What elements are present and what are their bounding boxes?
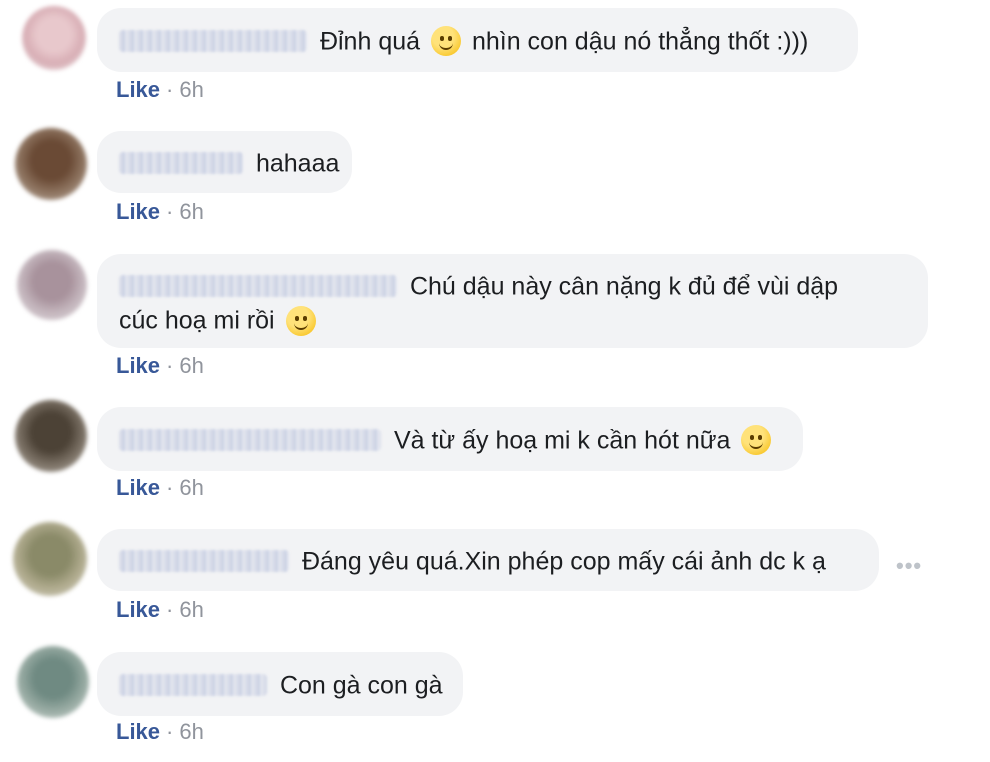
separator: · bbox=[166, 353, 174, 378]
separator: · bbox=[166, 77, 174, 102]
avatar[interactable] bbox=[13, 522, 87, 596]
like-button[interactable]: Like bbox=[116, 719, 160, 744]
cute-emoji-icon bbox=[285, 305, 316, 336]
author-name[interactable] bbox=[119, 152, 243, 175]
comment-text: Con gà con gà bbox=[279, 671, 443, 700]
separator: · bbox=[166, 719, 174, 744]
author-name[interactable] bbox=[119, 550, 289, 573]
comment-meta: Like · 6h bbox=[116, 719, 204, 745]
avatar[interactable] bbox=[15, 400, 87, 472]
avatar[interactable] bbox=[17, 250, 87, 320]
comment-bubble: Đỉnh quá nhìn con dậu nó thẳng thốt :))) bbox=[97, 8, 858, 72]
more-options-icon[interactable]: ••• bbox=[896, 553, 922, 579]
timestamp[interactable]: 6h bbox=[179, 77, 203, 102]
timestamp[interactable]: 6h bbox=[179, 199, 203, 224]
comment-bubble: Và từ ấy hoạ mi k cần hót nữa bbox=[97, 407, 803, 471]
comment-text: Và từ ấy hoạ mi k cần hót nữa bbox=[393, 426, 731, 455]
comment-text: hahaaa bbox=[255, 149, 340, 178]
timestamp[interactable]: 6h bbox=[179, 719, 203, 744]
comment-text: Đáng yêu quá.Xin phép cop mấy cái ảnh dc… bbox=[301, 547, 826, 576]
comment-meta: Like · 6h bbox=[116, 475, 204, 501]
author-name[interactable] bbox=[119, 674, 267, 697]
comment-meta: Like · 6h bbox=[116, 597, 204, 623]
separator: · bbox=[166, 597, 174, 622]
author-name[interactable] bbox=[119, 429, 381, 452]
comment-text-line-2: cúc hoạ mi rồi bbox=[119, 306, 275, 335]
like-button[interactable]: Like bbox=[116, 199, 160, 224]
comment-bubble: Con gà con gà bbox=[97, 652, 463, 716]
comment-bubble: hahaaa bbox=[97, 131, 352, 193]
comment-bubble: Chú dậu này cân nặng k đủ để vùi dập cúc… bbox=[97, 254, 928, 348]
author-name[interactable] bbox=[119, 275, 397, 298]
comment-meta: Like · 6h bbox=[116, 77, 204, 103]
comment-text-line-1: Chú dậu này cân nặng k đủ để vùi dập bbox=[409, 272, 839, 301]
avatar[interactable] bbox=[22, 6, 86, 70]
comment-text-continued: nhìn con dậu nó thẳng thốt :))) bbox=[471, 27, 809, 56]
timestamp[interactable]: 6h bbox=[179, 353, 203, 378]
avatar[interactable] bbox=[15, 128, 87, 200]
comment-bubble: Đáng yêu quá.Xin phép cop mấy cái ảnh dc… bbox=[97, 529, 879, 591]
comment-meta: Like · 6h bbox=[116, 353, 204, 379]
timestamp[interactable]: 6h bbox=[179, 475, 203, 500]
separator: · bbox=[166, 475, 174, 500]
avatar[interactable] bbox=[17, 646, 89, 718]
author-name[interactable] bbox=[119, 30, 307, 53]
like-button[interactable]: Like bbox=[116, 353, 160, 378]
timestamp[interactable]: 6h bbox=[179, 597, 203, 622]
separator: · bbox=[166, 199, 174, 224]
like-button[interactable]: Like bbox=[116, 475, 160, 500]
smile-emoji-icon bbox=[741, 425, 772, 456]
like-button[interactable]: Like bbox=[116, 77, 160, 102]
comment-meta: Like · 6h bbox=[116, 199, 204, 225]
smile-emoji-icon bbox=[430, 26, 461, 57]
comment-text: Đỉnh quá bbox=[319, 27, 421, 56]
like-button[interactable]: Like bbox=[116, 597, 160, 622]
